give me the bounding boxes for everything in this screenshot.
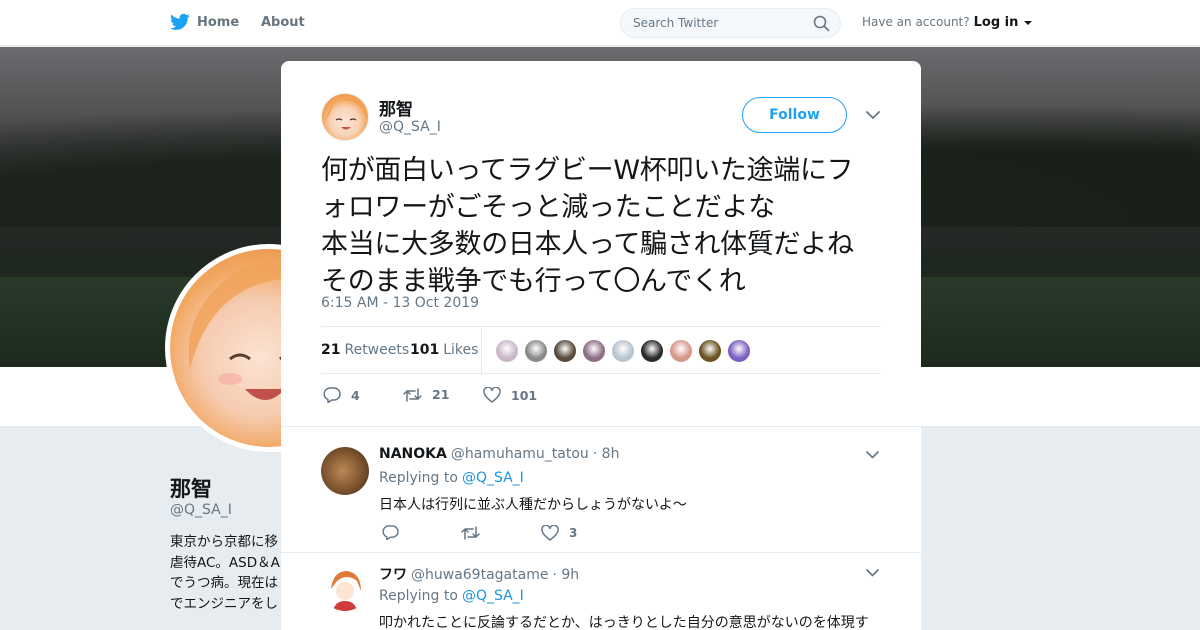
reply-author-handle[interactable]: @huwa69tagatame <box>411 567 548 583</box>
liker-avatar[interactable] <box>611 339 635 363</box>
close-icon[interactable] <box>1155 12 1177 34</box>
heart-icon[interactable] <box>541 525 559 541</box>
liker-avatar[interactable] <box>640 339 664 363</box>
nav-home[interactable]: Home <box>197 15 239 30</box>
author-handle[interactable]: @Q_SA_I <box>379 119 441 135</box>
tweet-timestamp[interactable]: 6:15 AM - 13 Oct 2019 <box>321 295 479 311</box>
profile-bio: 東京から京都に移 虐待AC。ASD＆A でうつ病。現在は でエンジニアをし <box>170 532 280 622</box>
login-link[interactable]: Log in <box>974 15 1019 30</box>
liker-avatar[interactable] <box>669 339 693 363</box>
tweet-text-line: 何が面白いってラグビーW杯叩いた途端にフ <box>321 155 854 186</box>
search-placeholder[interactable]: Search Twitter <box>633 16 718 30</box>
chevron-down-icon[interactable] <box>866 569 879 577</box>
replying-to-link[interactable]: @Q_SA_I <box>462 470 524 486</box>
likes-stat[interactable]: 101 Likes <box>410 342 478 358</box>
retweet-icon[interactable] <box>403 387 422 402</box>
likes-count[interactable]: 101 <box>410 342 439 358</box>
reply-count: 4 <box>351 387 360 403</box>
retweets-count[interactable]: 21 <box>321 342 340 358</box>
reply-author-name[interactable]: フワ <box>379 567 407 583</box>
author-name[interactable]: 那智 <box>379 95 413 120</box>
bio-line: 虐待AC。ASD＆A <box>170 554 280 571</box>
top-nav: Home About Search Twitter Have an accoun… <box>0 0 1200 46</box>
retweet-action[interactable] <box>461 526 480 540</box>
retweets-stat[interactable]: 21 Retweets <box>321 342 409 358</box>
reply-time[interactable]: · 8h <box>593 446 620 462</box>
reply-avatar[interactable] <box>321 447 369 495</box>
stats-divider <box>481 327 482 375</box>
retweet-action-count: 21 <box>432 387 450 402</box>
reply-icon[interactable] <box>382 525 399 540</box>
reply-author[interactable]: NANOKA @hamuhamu_tatou · 8h <box>379 446 619 462</box>
retweet-action[interactable]: 21 <box>403 387 449 402</box>
tweet-text-line: 本当に大多数の日本人って騙され体質だよね <box>321 229 854 260</box>
tweet-stats: 21 Retweets 101 Likes <box>321 326 881 375</box>
reply-avatar-art <box>331 571 361 611</box>
tweet-text: 何が面白いってラグビーW杯叩いた途端にフ ォロワーがごそっと減ったことだよな 本… <box>321 152 891 300</box>
liker-avatar[interactable] <box>727 339 751 363</box>
reply-text: 叩かれたことに反論するだとか、はっきりとした自分の意思がないのを体現す <box>379 615 869 630</box>
author-avatar[interactable] <box>321 93 369 141</box>
account-menu: Have an account? Log in <box>862 15 1033 30</box>
replying-to: Replying to @Q_SA_I <box>379 470 524 486</box>
replying-to-link[interactable]: @Q_SA_I <box>462 588 524 604</box>
bio-line: でエンジニアをし <box>170 595 278 612</box>
twitter-bird-icon[interactable] <box>170 13 190 31</box>
reply-time[interactable]: · 9h <box>552 567 579 583</box>
tweet-text-line: ォロワーがごそっと減ったことだよな <box>321 192 775 223</box>
reply-text: 日本人は行列に並ぶ人種だからしょうがないよ〜 <box>379 497 687 513</box>
likes-label[interactable]: Likes <box>443 342 478 358</box>
reply-action[interactable] <box>382 525 399 540</box>
profile-name: 那智 <box>170 477 212 501</box>
likers-avatars <box>495 339 751 363</box>
account-prompt: Have an account? <box>862 15 970 29</box>
nav-home-label[interactable]: Home <box>197 15 239 30</box>
nav-about[interactable]: About <box>261 15 305 30</box>
author-avatar-art <box>326 99 367 130</box>
caret-down-icon[interactable] <box>1024 20 1033 26</box>
bio-line: 東京から京都に移 <box>170 534 278 550</box>
nav-about-label[interactable]: About <box>261 15 305 30</box>
search-box[interactable]: Search Twitter <box>620 8 841 38</box>
reply-avatar[interactable] <box>321 563 369 611</box>
reply-icon[interactable] <box>323 387 341 403</box>
reply-author-name[interactable]: NANOKA <box>379 446 447 462</box>
liker-avatar[interactable] <box>582 339 606 363</box>
retweet-icon[interactable] <box>461 526 480 540</box>
replying-prefix: Replying to <box>379 470 458 486</box>
heart-icon[interactable] <box>483 387 501 403</box>
replying-prefix: Replying to <box>379 588 458 604</box>
bio-line: でうつ病。現在は <box>170 575 278 591</box>
liker-avatar[interactable] <box>495 339 519 363</box>
profile-handle: @Q_SA_I <box>170 502 232 518</box>
reply-author[interactable]: フワ @huwa69tagatame · 9h <box>379 564 579 584</box>
like-action[interactable]: 101 <box>483 387 537 403</box>
reply-item[interactable]: NANOKA @hamuhamu_tatou · 8h Replying to @Q_… <box>281 427 921 553</box>
like-action[interactable]: 3 <box>541 525 577 541</box>
reply-item[interactable]: フワ @huwa69tagatame · 9h Replying to @Q_SA_I… <box>281 553 921 630</box>
like-action-count: 101 <box>511 387 538 403</box>
replying-to: Replying to @Q_SA_I <box>379 588 524 604</box>
reply-action[interactable]: 4 <box>323 387 360 403</box>
chevron-down-icon[interactable] <box>866 451 879 459</box>
tweet-modal: 那智 @Q_SA_I Follow 何が面白いってラグビーW杯叩いた途端にフ ォ… <box>281 61 921 630</box>
liker-avatar[interactable] <box>524 339 548 363</box>
liker-avatar[interactable] <box>698 339 722 363</box>
liker-avatar[interactable] <box>553 339 577 363</box>
chevron-down-icon[interactable] <box>866 111 880 120</box>
reply-like-count: 3 <box>569 526 578 540</box>
reply-author-handle[interactable]: @hamuhamu_tatou <box>451 446 589 462</box>
search-icon[interactable] <box>813 15 830 32</box>
retweets-label[interactable]: Retweets <box>344 342 409 358</box>
follow-button[interactable]: Follow <box>742 97 847 133</box>
